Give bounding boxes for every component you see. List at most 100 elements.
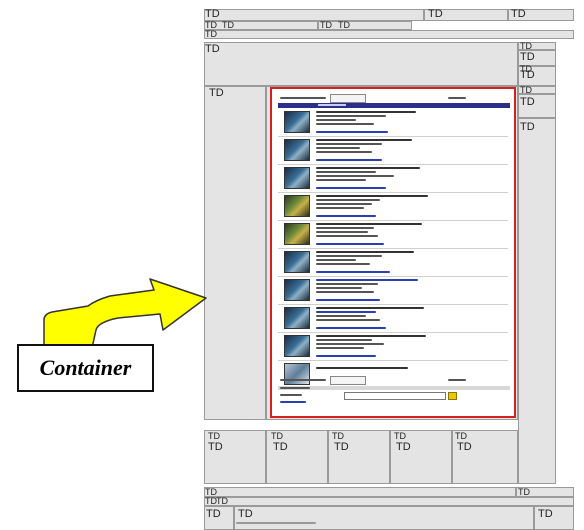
cell-label: TD	[205, 43, 220, 55]
product-detail	[316, 147, 360, 149]
cell-label: TD	[520, 121, 535, 133]
product-title[interactable]	[316, 251, 414, 253]
product-detail	[316, 203, 372, 205]
product-thumbnail[interactable]	[284, 139, 310, 161]
product-title[interactable]	[316, 307, 424, 309]
product-detail	[316, 175, 394, 177]
product-thumbnail[interactable]	[284, 111, 310, 133]
arrow-icon	[43, 278, 207, 349]
cell-label: TD	[338, 20, 350, 30]
cell-label: TD	[457, 441, 472, 453]
cell-label: TD	[205, 8, 220, 20]
table-cell	[204, 9, 424, 21]
product-detail	[316, 319, 380, 321]
callout-label: Container	[17, 344, 154, 392]
product-title[interactable]	[316, 111, 416, 113]
product-thumbnail[interactable]	[284, 251, 310, 273]
product-link[interactable]	[316, 243, 384, 245]
item-divider	[278, 192, 508, 193]
product-link[interactable]	[316, 215, 376, 217]
product-detail	[316, 119, 356, 121]
cell-label: TD	[209, 87, 224, 99]
item-divider	[278, 304, 508, 305]
cell-label: TD	[396, 441, 411, 453]
cell-label: TD	[208, 441, 223, 453]
product-thumbnail[interactable]	[284, 223, 310, 245]
cell-label: TD	[334, 441, 349, 453]
search-button[interactable]	[448, 392, 457, 400]
footer-line	[236, 522, 316, 524]
product-title[interactable]	[316, 167, 420, 169]
product-thumbnail[interactable]	[284, 195, 310, 217]
product-thumbnail[interactable]	[284, 363, 310, 385]
table-cell	[204, 42, 518, 86]
item-divider	[278, 360, 508, 361]
product-detail	[316, 235, 378, 237]
product-link[interactable]	[316, 299, 380, 301]
product-thumbnail[interactable]	[284, 307, 310, 329]
product-detail	[316, 287, 362, 289]
result-count	[448, 379, 466, 381]
product-title[interactable]	[316, 367, 408, 369]
product-detail	[316, 339, 372, 341]
table-cell	[204, 30, 574, 39]
item-divider	[278, 276, 508, 277]
product-detail	[316, 263, 370, 265]
cell-label: TD	[511, 8, 526, 20]
cell-label: TD	[205, 29, 217, 39]
table-cell	[234, 506, 534, 530]
cell-label: TD	[320, 20, 332, 30]
cell-label: TD	[238, 508, 253, 520]
product-detail	[316, 115, 386, 117]
table-cell	[204, 487, 516, 497]
cell-label: TD	[520, 69, 535, 81]
cell-label: TD	[518, 487, 530, 497]
product-title[interactable]	[316, 335, 426, 337]
product-link[interactable]	[316, 187, 386, 189]
sort-label	[280, 97, 326, 99]
product-detail	[316, 171, 376, 173]
product-detail	[316, 283, 378, 285]
cell-label: TD	[216, 496, 228, 506]
product-link[interactable]	[316, 131, 388, 133]
list-header-text	[318, 104, 346, 106]
product-detail	[316, 143, 382, 145]
product-detail	[316, 231, 368, 233]
table-cell	[318, 21, 412, 30]
cell-label: TD	[206, 508, 221, 520]
cell-label: TD	[520, 96, 535, 108]
item-divider	[278, 164, 508, 165]
sort-select[interactable]	[330, 376, 366, 385]
product-title[interactable]	[316, 279, 418, 281]
item-divider	[278, 220, 508, 221]
cell-label: TD	[332, 431, 344, 441]
product-title[interactable]	[316, 139, 412, 141]
product-detail	[316, 259, 356, 261]
product-detail	[316, 227, 374, 229]
content-container	[270, 87, 516, 418]
product-thumbnail[interactable]	[284, 279, 310, 301]
product-title[interactable]	[316, 195, 428, 197]
table-cell	[518, 118, 556, 484]
advanced-search-link[interactable]	[280, 401, 306, 403]
product-thumbnail[interactable]	[284, 167, 310, 189]
product-detail	[316, 255, 382, 257]
product-title[interactable]	[316, 223, 422, 225]
product-link[interactable]	[316, 327, 386, 329]
search-section-title	[280, 387, 310, 389]
product-link[interactable]	[316, 355, 376, 357]
sort-select[interactable]	[330, 94, 366, 103]
cell-label: TD	[394, 431, 406, 441]
sort-label	[280, 379, 326, 381]
product-link[interactable]	[316, 159, 382, 161]
search-label	[280, 394, 302, 396]
product-thumbnail[interactable]	[284, 335, 310, 357]
item-divider	[278, 248, 508, 249]
cell-label: TD	[271, 431, 283, 441]
item-divider	[278, 136, 508, 137]
product-link[interactable]	[316, 271, 390, 273]
cell-label: TD	[208, 431, 220, 441]
search-input[interactable]	[344, 392, 446, 400]
list-header-bar	[278, 103, 510, 108]
cell-label: TD	[520, 51, 535, 63]
